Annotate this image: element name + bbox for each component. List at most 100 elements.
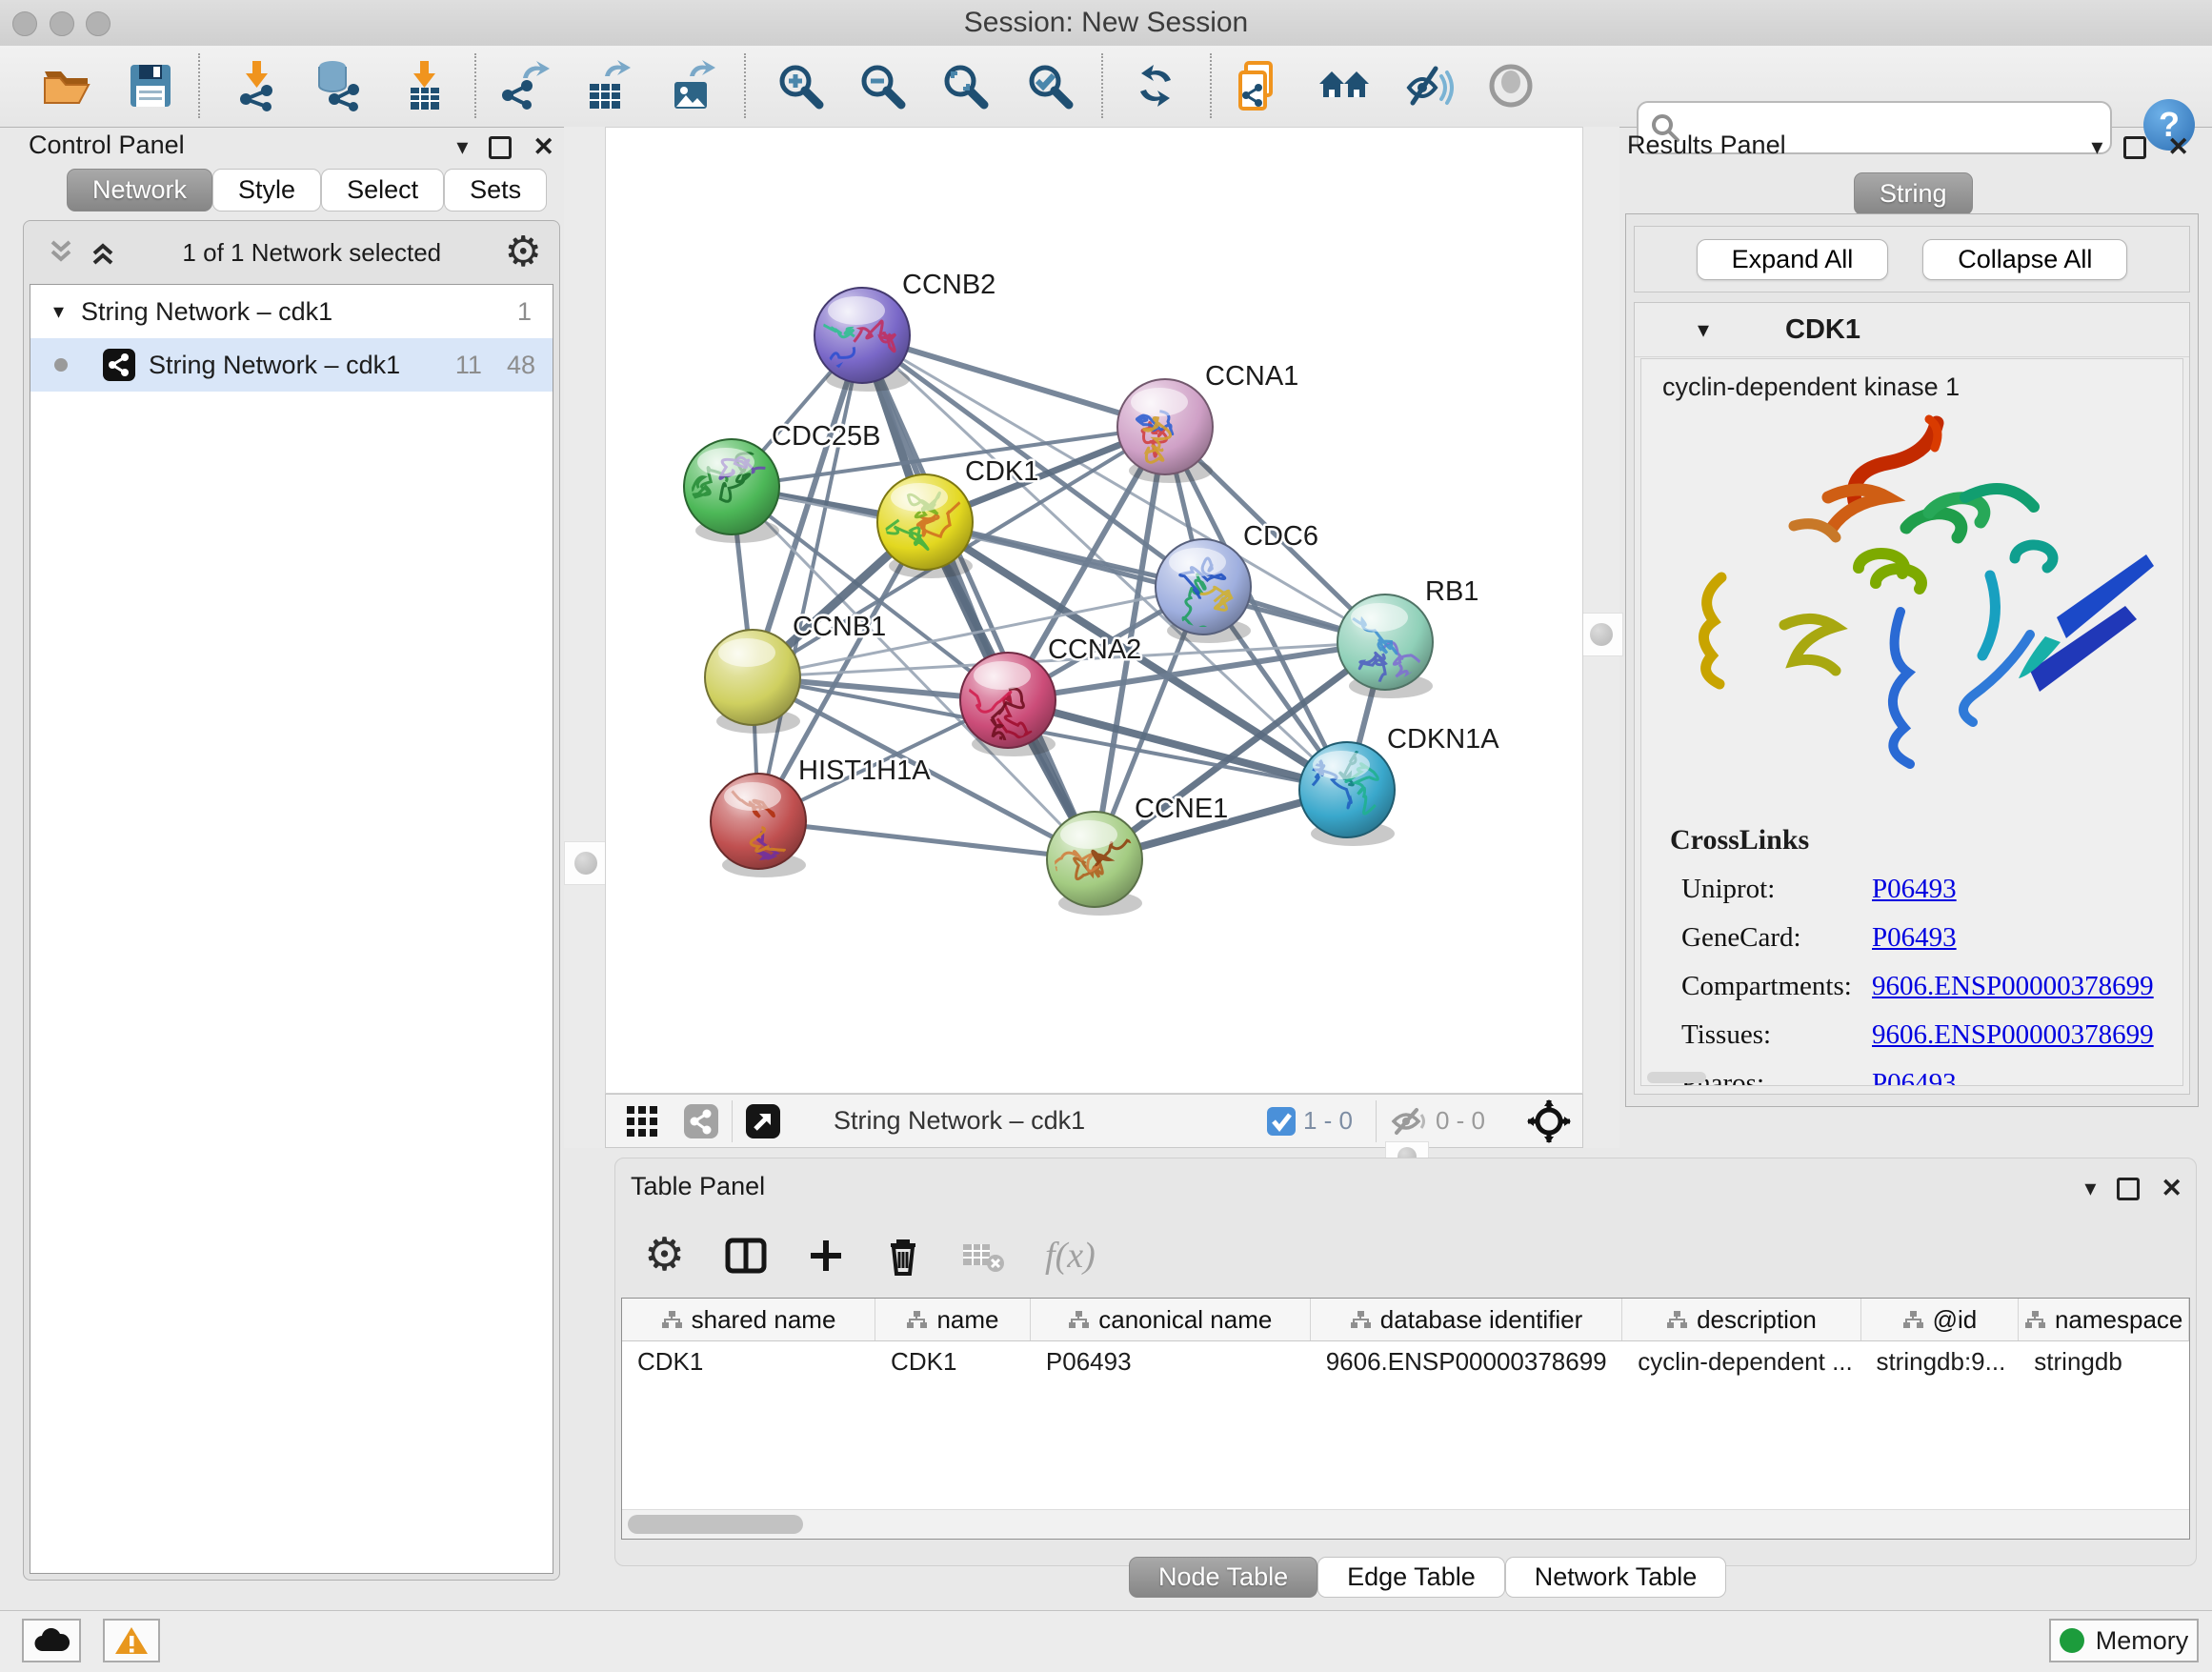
table-hscrollbar[interactable] — [622, 1509, 2189, 1539]
zoom-selected-icon[interactable] — [1023, 59, 1076, 112]
node-table: shared namenamecanonical namedatabase id… — [621, 1298, 2190, 1540]
table-cell: CDK1 — [875, 1341, 1031, 1381]
crosslink-link[interactable]: 9606.ENSP00000378699 — [1872, 1019, 2154, 1051]
table-panel-collapse-icon[interactable]: ▾ — [2084, 1175, 2096, 1202]
crosslink-link[interactable]: P06493 — [1872, 922, 1957, 954]
crosslink-link[interactable]: P06493 — [1872, 874, 1957, 905]
table-hscrollbar-thumb[interactable] — [628, 1515, 803, 1534]
results-panel-float-icon[interactable] — [2123, 136, 2146, 159]
detach-view-icon[interactable] — [746, 1104, 780, 1138]
string-home-icon[interactable] — [1317, 59, 1371, 112]
network-row-selected[interactable]: String Network – cdk1 11 48 — [30, 338, 553, 392]
control-panel-close-icon[interactable]: ✕ — [533, 132, 554, 162]
network-node-CCNE1[interactable] — [1036, 812, 1143, 916]
clone-network-icon[interactable] — [1233, 59, 1286, 112]
gene-section-collapse-icon[interactable]: ▾ — [1698, 316, 1709, 344]
crosslink-link[interactable]: P06493 — [1872, 1068, 1957, 1086]
cloud-services-button[interactable] — [22, 1619, 81, 1662]
collapse-all-networks-icon[interactable] — [87, 238, 119, 267]
results-panel-close-icon[interactable]: ✕ — [2167, 132, 2189, 162]
show-hide-graphics-icon[interactable] — [1401, 59, 1455, 112]
network-node-CDC6[interactable] — [1156, 539, 1251, 643]
grid-view-icon[interactable] — [625, 1104, 659, 1138]
show-columns-icon[interactable] — [725, 1237, 767, 1275]
crosslinks-list: Uniprot:P06493GeneCard:P06493Compartment… — [1641, 874, 2182, 1086]
tab-node-table[interactable]: Node Table — [1129, 1557, 1317, 1598]
import-network-database-icon[interactable] — [312, 59, 365, 112]
add-column-icon[interactable] — [807, 1237, 845, 1275]
collapse-all-button[interactable]: Collapse All — [1922, 239, 2127, 280]
network-node-RB1[interactable] — [1337, 594, 1433, 698]
network-node-label-CCNE1: CCNE1 — [1135, 794, 1228, 824]
network-node-CCNB1[interactable] — [705, 630, 800, 734]
network-node-CDK1[interactable] — [877, 474, 973, 578]
column-header-name[interactable]: name — [875, 1299, 1031, 1340]
network-node-CCNA1[interactable] — [1117, 379, 1213, 483]
tab-network[interactable]: Network — [67, 169, 212, 212]
results-panel: Results Panel ▾ ✕ String Expand All Coll… — [1619, 127, 2202, 1148]
network-overview-icon[interactable] — [684, 1104, 718, 1138]
delete-column-icon[interactable] — [885, 1236, 921, 1276]
crosslink-label: GeneCard: — [1681, 922, 1872, 954]
right-splitter[interactable] — [1583, 127, 1619, 1148]
tab-select[interactable]: Select — [321, 169, 444, 212]
network-canvas[interactable]: CCNB2CCNA1CDC25BCDK1CDC6RB1CCNB1CCNA2CDK… — [605, 127, 1583, 1094]
collection-expand-icon[interactable]: ▾ — [53, 299, 64, 324]
results-hscrollbar[interactable] — [1647, 1072, 1706, 1083]
table-panel-float-icon[interactable] — [2117, 1178, 2140, 1200]
crosslink-link[interactable]: 9606.ENSP00000378699 — [1872, 971, 2154, 1002]
import-table-file-icon[interactable] — [398, 59, 452, 112]
left-splitter[interactable] — [564, 127, 605, 1148]
birds-eye-view-icon[interactable] — [1484, 59, 1538, 112]
pan-crosshair-icon[interactable] — [1527, 1099, 1571, 1143]
right-splitter-handle[interactable] — [1579, 613, 1623, 656]
gene-section: ▾ CDK1 cyclin-dependent kinase 1 — [1634, 302, 2190, 1095]
results-panel-collapse-icon[interactable]: ▾ — [2091, 133, 2102, 161]
selected-checkbox-icon[interactable] — [1267, 1107, 1296, 1136]
network-edge-HIST1H1A-CCNE1[interactable] — [758, 821, 1095, 859]
function-builder-icon[interactable]: f(x) — [1045, 1235, 1096, 1277]
control-panel-collapse-icon[interactable]: ▾ — [456, 133, 468, 161]
network-node-HIST1H1A[interactable] — [711, 774, 806, 877]
export-table-icon[interactable] — [580, 59, 633, 112]
memory-button[interactable]: Memory — [2049, 1619, 2199, 1662]
expand-all-networks-icon[interactable] — [45, 238, 77, 267]
table-panel-close-icon[interactable]: ✕ — [2161, 1174, 2182, 1203]
table-row[interactable]: CDK1CDK1P064939606.ENSP00000378699cyclin… — [622, 1341, 2189, 1381]
network-options-gear-icon[interactable]: ⚙ — [505, 238, 542, 267]
network-node-label-HIST1H1A: HIST1H1A — [798, 755, 931, 786]
column-header-canonical-name[interactable]: canonical name — [1031, 1299, 1311, 1340]
refresh-view-icon[interactable] — [1129, 59, 1182, 112]
tab-network-table[interactable]: Network Table — [1505, 1557, 1727, 1598]
column-header-description[interactable]: description — [1622, 1299, 1860, 1340]
export-network-icon[interactable] — [498, 59, 552, 112]
tab-style[interactable]: Style — [212, 169, 321, 212]
control-panel-float-icon[interactable] — [489, 136, 512, 159]
column-header--id[interactable]: @id — [1861, 1299, 2020, 1340]
zoom-in-icon[interactable] — [774, 59, 827, 112]
zoom-fit-content-icon[interactable] — [938, 59, 992, 112]
tab-edge-table[interactable]: Edge Table — [1317, 1557, 1505, 1598]
warnings-button[interactable] — [103, 1619, 160, 1662]
import-network-file-icon[interactable] — [231, 59, 284, 112]
zoom-out-icon[interactable] — [855, 59, 909, 112]
left-splitter-handle[interactable] — [564, 841, 608, 885]
results-tab-string[interactable]: String — [1854, 172, 1973, 215]
open-session-icon[interactable] — [40, 59, 93, 112]
expand-all-button[interactable]: Expand All — [1697, 239, 1889, 280]
status-bar: Memory — [0, 1610, 2212, 1672]
network-collection-row[interactable]: ▾ String Network – cdk1 1 — [30, 285, 553, 338]
column-header-namespace[interactable]: namespace — [2019, 1299, 2189, 1340]
export-image-icon[interactable] — [665, 59, 718, 112]
delete-table-icon[interactable] — [961, 1239, 1005, 1273]
table-options-gear-icon[interactable]: ⚙ — [644, 1234, 685, 1278]
network-node-CCNB2[interactable] — [804, 288, 911, 392]
tab-sets[interactable]: Sets — [444, 169, 547, 212]
hidden-eye-slash-icon[interactable] — [1390, 1106, 1428, 1137]
column-header-shared-name[interactable]: shared name — [622, 1299, 875, 1340]
network-node-CDC25B[interactable] — [684, 439, 779, 543]
save-session-icon[interactable] — [124, 59, 177, 112]
network-edge-CCNB2-HIST1H1A[interactable] — [758, 335, 862, 821]
column-header-database-identifier[interactable]: database identifier — [1311, 1299, 1623, 1340]
network-tab-content: 1 of 1 Network selected ⚙ ▾ String Netwo… — [23, 220, 560, 1581]
